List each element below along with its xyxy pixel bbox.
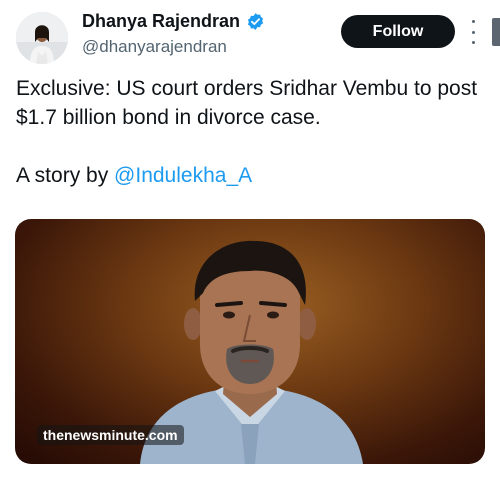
- author-name-row: Dhanya Rajendran: [82, 11, 265, 32]
- byline-prefix: A story by: [16, 164, 115, 187]
- follow-button[interactable]: Follow: [341, 15, 455, 48]
- avatar-image: [16, 12, 68, 64]
- tweet-text: Exclusive: US court orders Sridhar Vembu…: [16, 74, 490, 190]
- more-dot: [471, 41, 475, 44]
- tweet-headline: Exclusive: US court orders Sridhar Vembu…: [16, 77, 478, 129]
- author-avatar[interactable]: [16, 12, 68, 64]
- tweet-byline: A story by @Indulekha_A: [16, 161, 490, 190]
- media-watermark: thenewsminute.com: [37, 425, 184, 445]
- more-dot: [471, 30, 475, 34]
- more-dot: [471, 20, 475, 23]
- author-display-name[interactable]: Dhanya Rajendran: [82, 11, 240, 32]
- tweet-media-image[interactable]: thenewsminute.com: [15, 219, 485, 464]
- verified-badge-icon: [246, 12, 265, 31]
- more-options-icon[interactable]: [466, 20, 480, 44]
- scrollbar-handle[interactable]: [492, 18, 500, 46]
- mention-link[interactable]: @Indulekha_A: [114, 164, 252, 187]
- author-handle[interactable]: @dhanyarajendran: [82, 37, 227, 57]
